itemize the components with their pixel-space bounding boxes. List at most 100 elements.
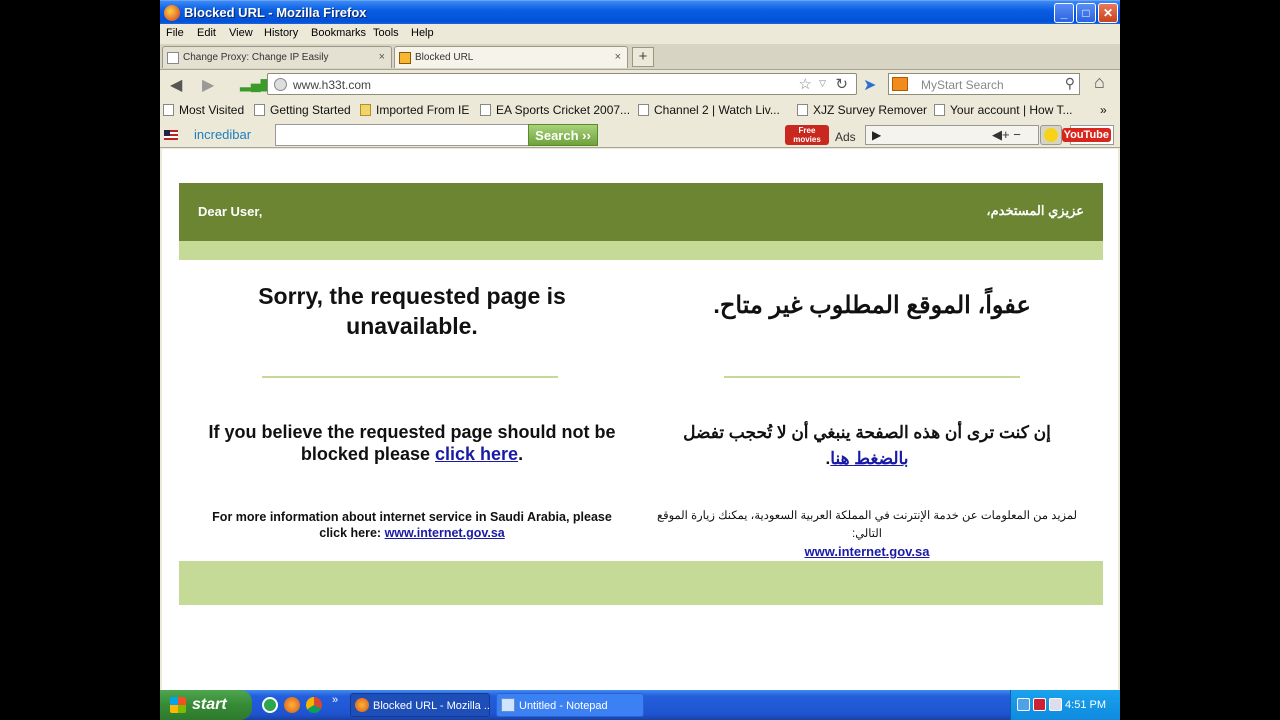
bird-icon[interactable]: ➤	[863, 75, 876, 95]
menu-view[interactable]: View	[229, 27, 253, 39]
header-strip	[179, 241, 1103, 260]
ads-label[interactable]: Ads	[835, 130, 856, 144]
incredibar-search-button[interactable]: Search ››	[528, 124, 598, 146]
click-here-link-ar[interactable]: بالضغط هنا	[830, 449, 908, 468]
free-movies-button[interactable]: Free movies	[785, 125, 829, 145]
notepad-icon	[501, 698, 515, 712]
task-firefox[interactable]: Blocked URL - Mozilla ...	[350, 693, 490, 717]
game-icon[interactable]	[1040, 125, 1062, 145]
incredibar-toolbar: incredibar Search ›› Free movies Ads ▶ ◀…	[160, 122, 1120, 148]
home-button[interactable]: ⌂	[1094, 72, 1105, 93]
page-icon	[638, 104, 649, 116]
volume-icon[interactable]: ◀+ −	[992, 127, 1021, 143]
reload-button[interactable]: ↻	[835, 75, 848, 93]
page-icon	[480, 104, 491, 116]
greeting-en: Dear User,	[198, 204, 263, 219]
page-icon	[163, 104, 174, 116]
media-player: ▶ ◀+ −	[865, 125, 1039, 145]
us-flag-icon[interactable]	[164, 130, 178, 140]
search-placeholder: MyStart Search	[921, 78, 1004, 92]
page-icon	[797, 104, 808, 116]
bookmark-channel-2[interactable]: Channel 2 | Watch Liv...	[638, 103, 780, 117]
windows-logo-icon	[170, 697, 186, 713]
unblock-request-en: If you believe the requested page should…	[208, 422, 616, 464]
tab-bar: Change Proxy: Change IP Easily × Blocked…	[160, 44, 1120, 70]
menu-file[interactable]: File	[166, 27, 184, 39]
firefox-icon	[355, 698, 369, 712]
menu-edit[interactable]: Edit	[197, 27, 216, 39]
clock: 4:51 PM	[1065, 699, 1106, 711]
firefox-icon	[164, 5, 180, 21]
menu-history[interactable]: History	[264, 27, 298, 39]
tab-change-proxy[interactable]: Change Proxy: Change IP Easily ×	[162, 46, 392, 68]
system-tray: 4:51 PM	[1010, 690, 1120, 720]
internet-gov-link[interactable]: www.internet.gov.sa	[385, 526, 505, 540]
more-info-ar: لمزيد من المعلومات عن خدمة الإنترنت في ا…	[656, 510, 1078, 559]
youtube-button[interactable]: YouTube	[1061, 125, 1114, 145]
divider-en	[262, 376, 558, 378]
bookmark-star-icon[interactable]: ☆	[799, 75, 812, 93]
quicklaunch-more-chevron[interactable]: »	[332, 694, 338, 706]
click-here-link[interactable]: click here	[435, 444, 518, 464]
search-icon[interactable]: ⚲	[1065, 75, 1075, 92]
folder-icon	[360, 104, 371, 116]
url-dropdown-icon[interactable]: ▽	[819, 78, 826, 89]
title-bar[interactable]: Blocked URL - Mozilla Firefox _ □ ✕	[160, 0, 1120, 24]
divider-ar	[724, 376, 1020, 378]
internet-gov-link-ar[interactable]: www.internet.gov.sa	[805, 544, 930, 559]
menu-bookmarks[interactable]: Bookmarks	[311, 27, 366, 39]
network-icon[interactable]	[1033, 698, 1046, 711]
menu-help[interactable]: Help	[411, 27, 434, 39]
bookmark-ea-sports-cricket[interactable]: EA Sports Cricket 2007...	[480, 103, 630, 117]
more-info-en: For more information about internet serv…	[212, 510, 612, 540]
page-icon	[254, 104, 265, 116]
globe-icon	[274, 78, 287, 91]
bookmarks-bar: Most Visited Getting Started Imported Fr…	[160, 98, 1120, 122]
bookmark-your-account[interactable]: Your account | How T...	[934, 103, 1073, 117]
tab-close-icon[interactable]: ×	[379, 51, 385, 63]
tab-label: Blocked URL	[415, 52, 474, 63]
bookmark-most-visited[interactable]: Most Visited	[163, 103, 244, 117]
search-engine-icon[interactable]	[892, 77, 908, 91]
menu-tools[interactable]: Tools	[373, 27, 399, 39]
page-icon	[167, 52, 179, 64]
search-box[interactable]: MyStart Search ⚲	[888, 73, 1080, 95]
forward-button[interactable]: ▶	[202, 75, 214, 95]
tab-close-icon[interactable]: ×	[615, 51, 621, 63]
task-notepad[interactable]: Untitled - Notepad	[496, 693, 644, 717]
firefox-window: Blocked URL - Mozilla Firefox _ □ ✕ File…	[160, 0, 1120, 720]
play-icon[interactable]: ▶	[872, 128, 881, 142]
sorry-message-ar: عفواً، الموقع المطلوب غير متاح.	[713, 292, 1031, 319]
greeting-ar: عزيزي المستخدم،	[986, 203, 1084, 218]
close-button[interactable]: ✕	[1098, 3, 1118, 23]
footer-strip	[179, 561, 1103, 605]
minimize-button[interactable]: _	[1054, 3, 1074, 23]
quicklaunch-chrome-icon[interactable]	[306, 697, 322, 713]
tray-arrow-icon[interactable]	[1017, 698, 1030, 711]
page-header: Dear User, عزيزي المستخدم،	[179, 183, 1103, 241]
start-button[interactable]: start	[160, 690, 252, 720]
incredibar-search-input[interactable]	[275, 124, 529, 146]
maximize-button[interactable]: □	[1076, 3, 1096, 23]
quicklaunch-browser-icon[interactable]	[262, 697, 278, 713]
page-content: Dear User, عزيزي المستخدم، Sorry, the re…	[160, 149, 1120, 690]
tray-monitor-icon[interactable]	[1049, 698, 1062, 711]
url-text[interactable]: www.h33t.com	[293, 78, 371, 92]
url-bar[interactable]: www.h33t.com ☆ ▽ ↻	[267, 73, 857, 95]
taskbar: start » Blocked URL - Mozilla ... Untitl…	[160, 690, 1120, 720]
tab-label: Change Proxy: Change IP Easily	[183, 52, 329, 63]
bookmarks-more-chevron[interactable]: »	[1100, 103, 1107, 117]
page-icon	[934, 104, 945, 116]
new-tab-button[interactable]: +	[632, 47, 654, 67]
incredibar-logo[interactable]: incredibar	[194, 127, 251, 142]
tab-blocked-url[interactable]: Blocked URL ×	[394, 46, 628, 68]
bookmark-getting-started[interactable]: Getting Started	[254, 103, 351, 117]
bookmark-xjz-survey-remover[interactable]: XJZ Survey Remover	[797, 103, 927, 117]
window-title: Blocked URL - Mozilla Firefox	[184, 5, 367, 20]
back-button[interactable]: ◀	[170, 75, 182, 95]
bookmark-imported-from-ie[interactable]: Imported From IE	[360, 103, 469, 117]
quicklaunch-firefox-icon[interactable]	[284, 697, 300, 713]
navigation-bar: ◀ ▶ ▂▄▆ www.h33t.com ☆ ▽ ↻ ➤ MyStart Sea…	[160, 70, 1120, 98]
menu-bar: File Edit View History Bookmarks Tools H…	[160, 24, 1120, 44]
unblock-request-ar: إن كنت ترى أن هذه الصفحة ينبغي أن لا تُح…	[683, 423, 1051, 468]
